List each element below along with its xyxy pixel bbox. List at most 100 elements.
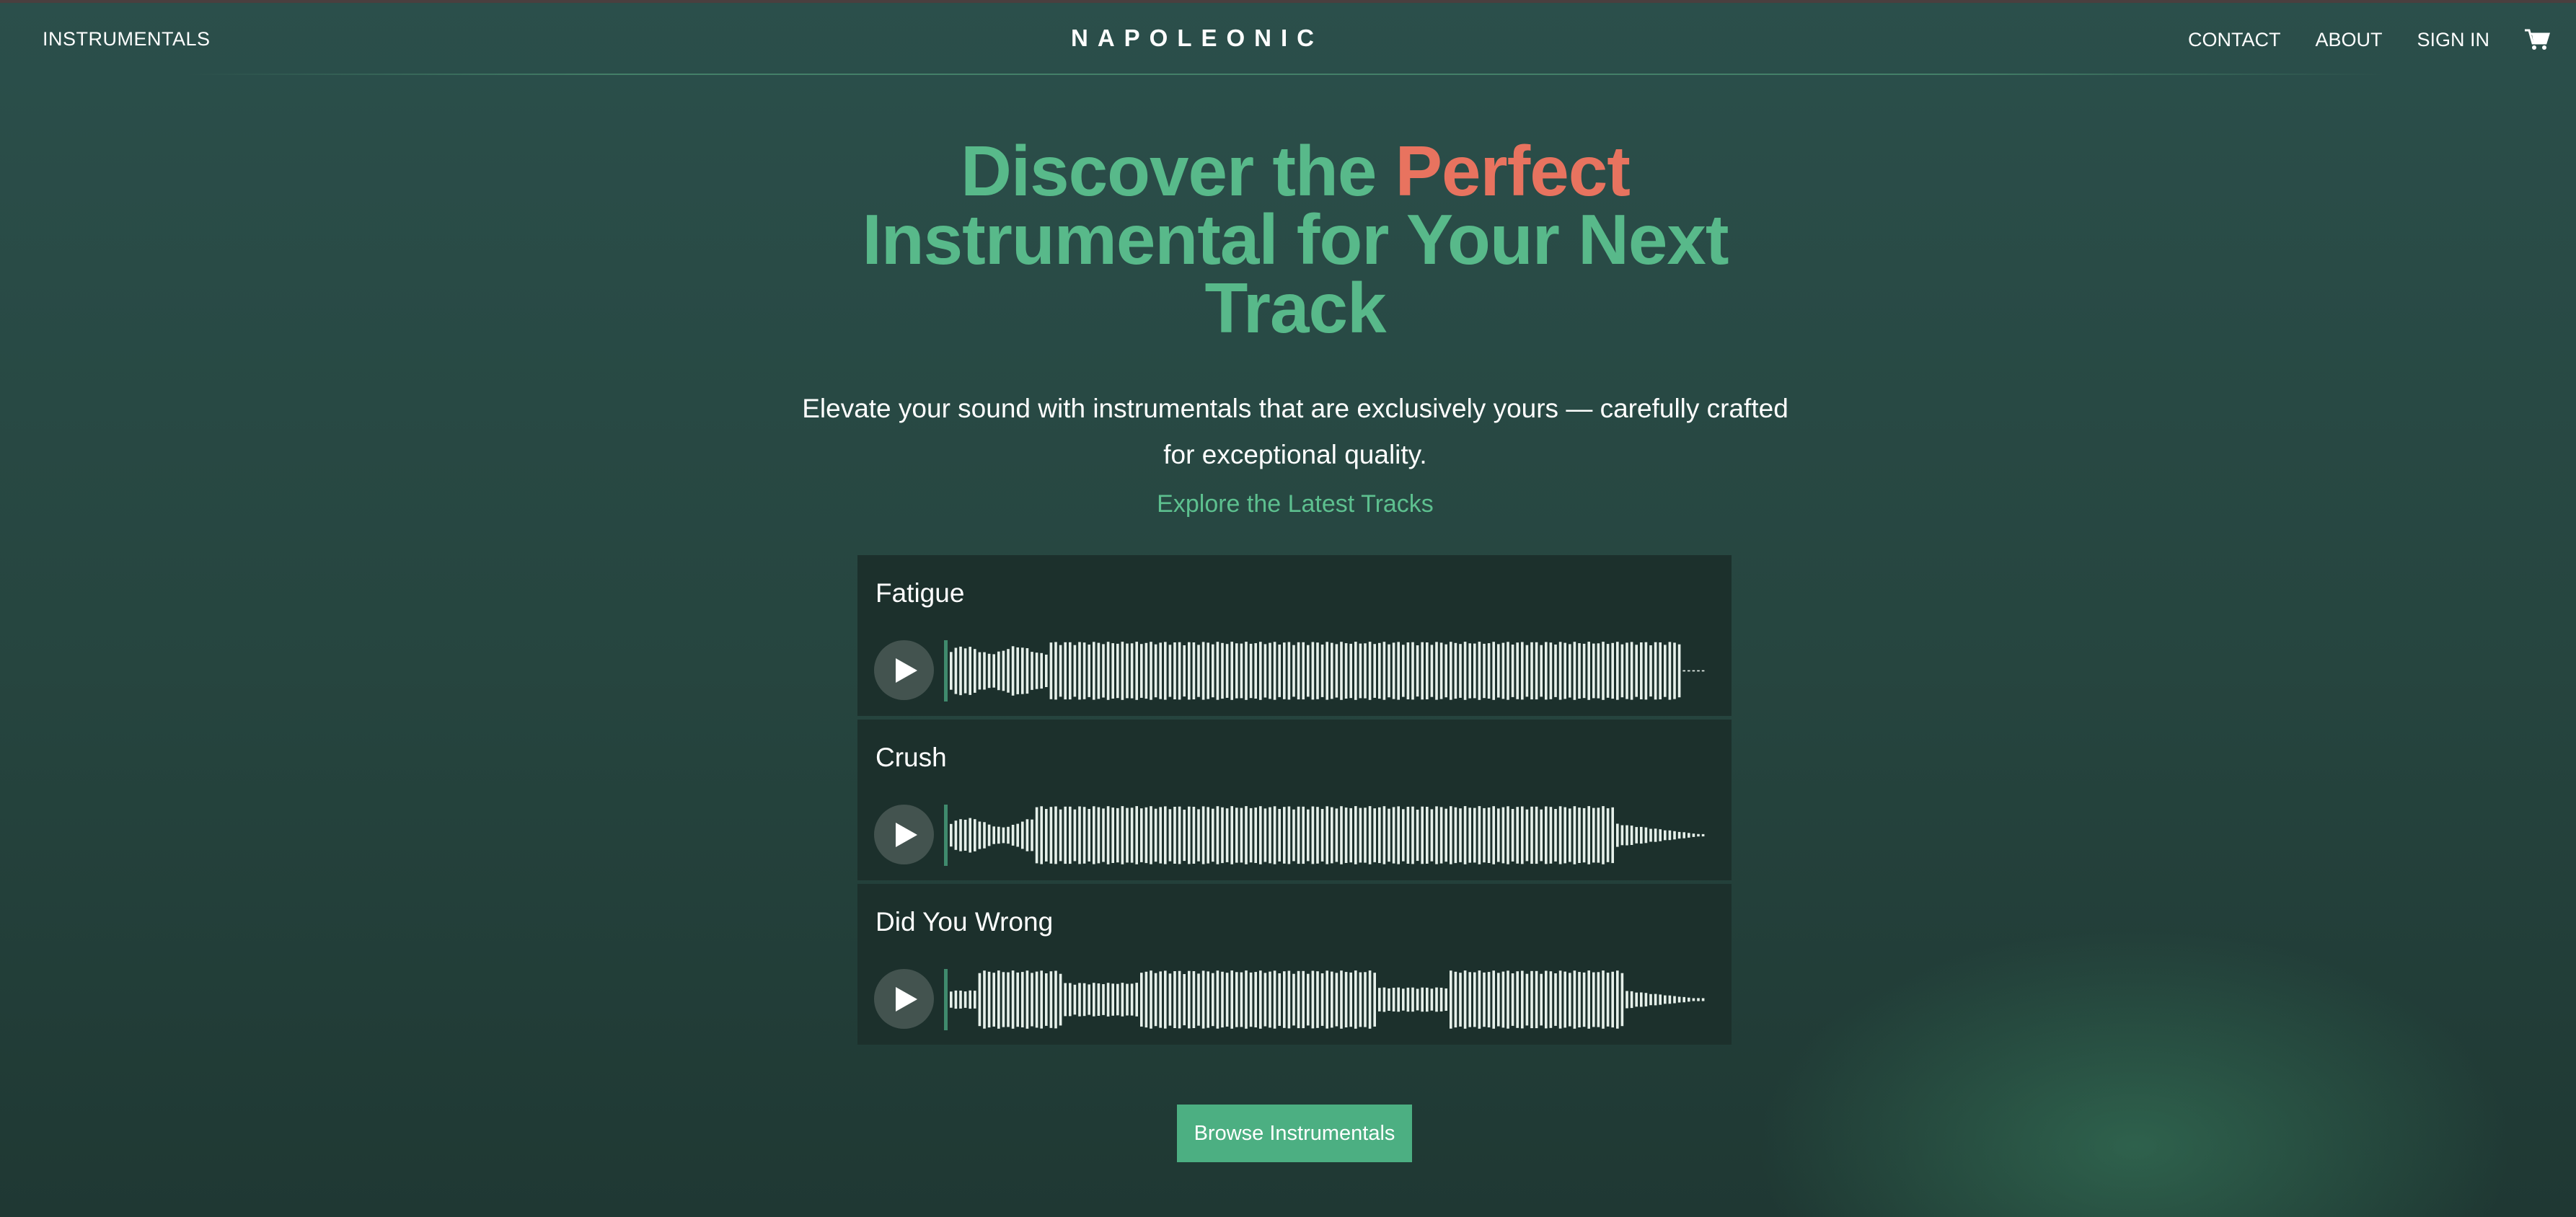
cart-icon[interactable] [2524,28,2551,51]
track-title: Crush [875,743,947,772]
brand-logo[interactable]: NAPOLEONIC [959,25,1435,52]
waveform-bar [978,652,982,690]
waveform-bar [1654,642,1657,700]
waveform-bar [997,826,1000,844]
waveform-bar [1069,642,1072,700]
waveform-bar [1444,644,1447,698]
waveform-bar [1649,828,1652,842]
waveform-bar [1259,970,1262,1029]
waveform-bar [1592,972,1595,1027]
waveform-bar [1035,652,1038,689]
waveform[interactable] [944,805,1708,866]
waveform-bar [978,821,982,849]
waveform-bar [1002,827,1005,844]
waveform[interactable] [944,640,1708,702]
waveform-bar [1649,645,1652,697]
nav-sign-in-link[interactable]: SIGN IN [2417,29,2489,51]
waveform-bar [1349,972,1352,1027]
waveform-bar [1692,833,1695,837]
waveform-bar [1225,973,1229,1027]
waveform-bar [1530,806,1533,864]
waveform-bar [1249,972,1253,1027]
waveform-bar [1073,645,1077,697]
play-button[interactable] [874,969,934,1029]
waveform-bar [1207,642,1209,699]
waveform-bar [1692,670,1695,672]
waveform-bar [1225,808,1229,862]
waveform-bar [1011,646,1015,696]
hero-title-part1: Discover the [961,131,1395,211]
waveform-bar [1450,970,1452,1029]
waveform-bar [1292,809,1295,862]
waveform-bar [983,970,986,1029]
waveform-bar [1649,993,1652,1006]
waveform-bar [1225,644,1229,698]
waveform-bar [1582,807,1586,863]
waveform-bar [1054,806,1057,864]
waveform-bar [1126,983,1129,1016]
hero-title: Discover the Perfect Instrumental for Yo… [793,136,1797,343]
nav-about-link[interactable]: ABOUT [2315,29,2382,51]
nav-instrumentals-link[interactable]: INSTRUMENTALS [43,28,211,50]
waveform-bar [1416,988,1419,1011]
waveform-bar [1587,642,1590,700]
waveform-bar [1439,642,1443,699]
waveform-bar [1097,807,1100,864]
waveform-bar [1188,806,1191,864]
waveform-bar [1164,806,1167,864]
waveform-bar [1130,983,1134,1016]
waveform-bar [1682,996,1685,1003]
waveform-bar [969,990,971,1009]
waveform-bar [1435,642,1438,700]
waveform-bar [1463,970,1467,1029]
waveform-bar [1016,647,1019,694]
waveform-bar [1064,983,1067,1017]
play-button[interactable] [874,805,934,864]
waveform-bar [1597,972,1600,1027]
nav-contact-link[interactable]: CONTACT [2188,29,2281,51]
waveform-bar [1254,972,1257,1027]
play-icon [896,987,917,1012]
waveform-bar [1373,973,1376,1027]
waveform-bar [1297,642,1300,700]
waveform-bar [1016,823,1019,847]
waveform-bar [1478,970,1481,1029]
waveform-bar [1397,642,1400,700]
explore-latest-link[interactable]: Explore the Latest Tracks [793,490,1797,518]
waveform-bar [1640,992,1643,1007]
waveform-bar [1111,807,1114,863]
waveform-bar [1611,642,1614,699]
waveform-bar [1049,807,1053,864]
waveform-bar [1302,806,1305,864]
waveform-bar [1511,645,1514,697]
waveform-bar [1406,807,1410,864]
waveform-bar [1201,642,1205,700]
waveform-bar [1164,642,1167,700]
browse-instrumentals-button[interactable]: Browse Instrumentals [1177,1105,1412,1162]
waveform-bar [1126,643,1129,699]
waveform-bar [1025,648,1029,694]
waveform-bar [1459,808,1462,862]
waveform[interactable] [944,969,1708,1030]
waveform-bar [1516,807,1519,864]
waveform-bar [1573,806,1576,864]
waveform-bar [1121,983,1124,1017]
waveform-bar [1045,809,1048,862]
waveform-bar [1159,971,1162,1028]
waveform-bar [1602,806,1605,864]
waveform-bar [1059,973,1062,1026]
waveform-bar [1221,971,1224,1028]
waveform-bar [1207,807,1209,864]
waveform-bar [1402,809,1405,862]
waveform-bar [1331,642,1333,699]
waveform-bar [1487,807,1491,863]
waveform-bar [1359,643,1362,699]
waveform-bar [1359,972,1362,1027]
waveform-bar [959,819,962,851]
waveform-bar [1525,809,1529,862]
play-button[interactable] [874,640,934,700]
waveform-bar [1606,808,1610,862]
waveform-bar [1664,995,1667,1004]
waveform-bar [1344,807,1348,863]
waveform-bar [1697,998,1700,1001]
